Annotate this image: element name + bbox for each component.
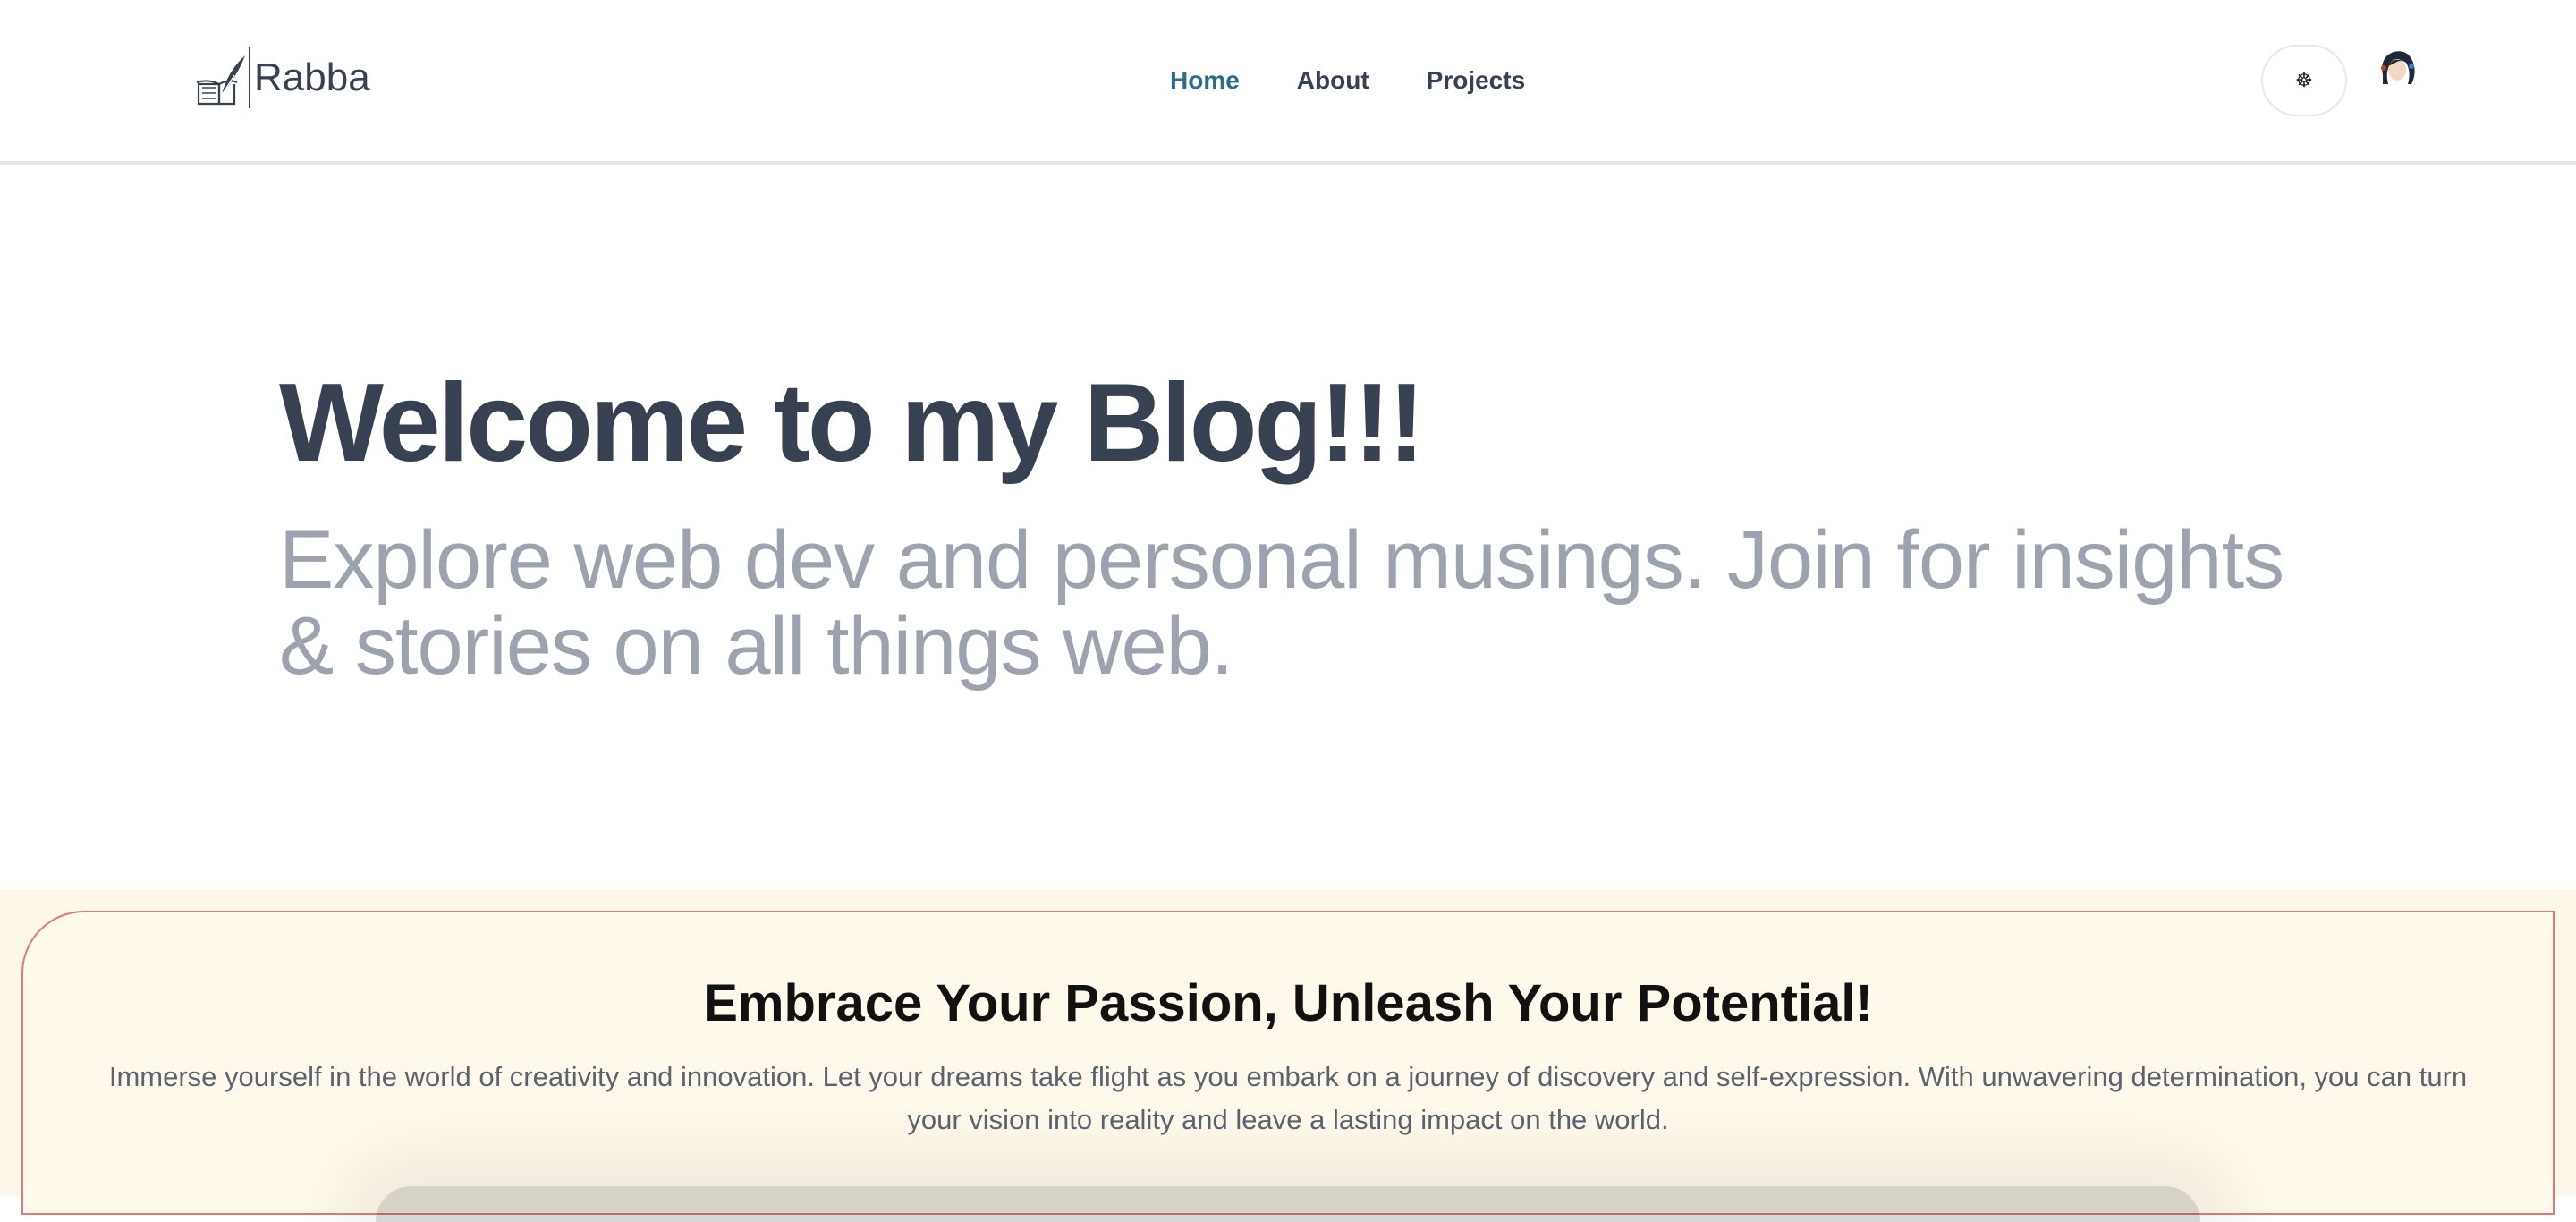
banner-image-shadow (376, 1186, 2200, 1222)
user-avatar-icon[interactable] (2377, 48, 2417, 91)
main-nav: Home About Projects (1159, 63, 1554, 98)
book-quill-icon (196, 55, 245, 106)
brand-name: Rabba (254, 55, 370, 99)
nav-link-projects[interactable]: Projects (1398, 63, 1555, 98)
banner-text: Immerse yourself in the world of creativ… (108, 1061, 2468, 1135)
logo-divider (249, 47, 250, 108)
hero-subtitle: Explore web dev and personal musings. Jo… (279, 514, 2284, 692)
site-header: Rabba Home About Projects ☸ (0, 0, 2576, 165)
nav-link-about[interactable]: About (1268, 63, 1398, 98)
hero-title: Welcome to my Blog!!! (279, 361, 1425, 485)
theme-toggle-button[interactable]: ☸ (2261, 45, 2347, 116)
banner-title: Embrace Your Passion, Unleash Your Poten… (703, 974, 1873, 1032)
nav-link-home[interactable]: Home (1159, 63, 1268, 98)
theme-toggle-icon: ☸ (2295, 69, 2313, 91)
brand-logo-link[interactable]: Rabba (195, 47, 370, 109)
